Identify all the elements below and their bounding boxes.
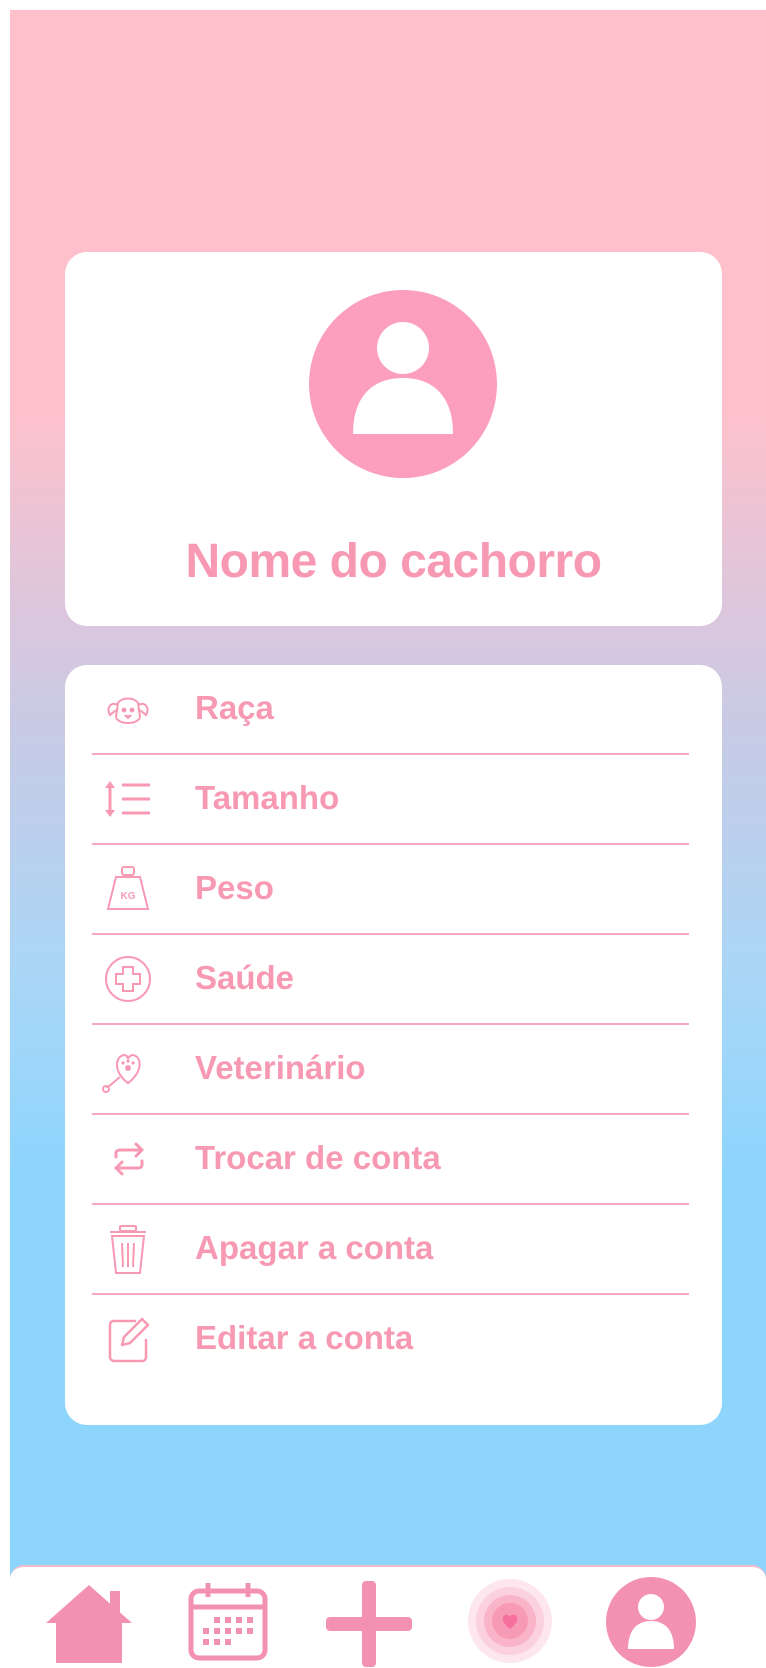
profile-card: Nome do cachorro (65, 252, 722, 626)
menu-item-peso[interactable]: KG Peso (92, 845, 689, 935)
menu-item-saude[interactable]: Saúde (92, 935, 689, 1025)
app-screen: Nome do cachorro Raça Tamanho KG Peso Sa… (10, 10, 766, 1668)
menu-label-raca: Raça (195, 689, 274, 726)
menu-label-peso: Peso (195, 869, 274, 906)
menu-label-saude: Saúde (195, 959, 295, 996)
swap-arrows-icon (114, 1142, 144, 1176)
health-cross-icon (105, 956, 151, 1002)
profile-icon[interactable] (606, 1577, 696, 1667)
home-icon[interactable] (46, 1581, 132, 1663)
menu-label-trocar-conta: Trocar de conta (195, 1139, 441, 1176)
stethoscope-paw-icon (102, 1053, 141, 1093)
menu-label-apagar-conta: Apagar a conta (195, 1229, 434, 1266)
plus-icon[interactable] (326, 1581, 412, 1667)
menu-item-editar-conta[interactable]: Editar a conta (92, 1295, 689, 1385)
bottom-navigation-bar (10, 1565, 766, 1668)
menu-item-tamanho[interactable]: Tamanho (92, 755, 689, 845)
dog-name-title: Nome do cachorro (185, 535, 602, 588)
dog-face-icon (107, 697, 149, 724)
menu-item-apagar-conta[interactable]: Apagar a conta (92, 1205, 689, 1295)
menu-item-raca[interactable]: Raça (92, 665, 689, 755)
menu-label-editar-conta: Editar a conta (195, 1319, 414, 1356)
menu-item-veterinario[interactable]: Veterinário (92, 1025, 689, 1115)
edit-pencil-icon (108, 1317, 150, 1363)
menu-label-veterinario: Veterinário (195, 1049, 366, 1086)
trash-icon (110, 1225, 146, 1274)
kg-label: KG (121, 891, 136, 902)
menu-label-tamanho: Tamanho (195, 779, 340, 816)
pet-info-menu: Raça Tamanho KG Peso Saúde Veterinário T… (65, 665, 722, 1425)
menu-item-trocar-conta[interactable]: Trocar de conta (92, 1115, 689, 1205)
sort-list-icon (105, 781, 150, 817)
calendar-icon[interactable] (188, 1581, 268, 1661)
heart-pulse-icon[interactable] (468, 1579, 552, 1663)
user-avatar-icon[interactable] (309, 290, 497, 478)
kg-weight-icon: KG (106, 866, 150, 910)
